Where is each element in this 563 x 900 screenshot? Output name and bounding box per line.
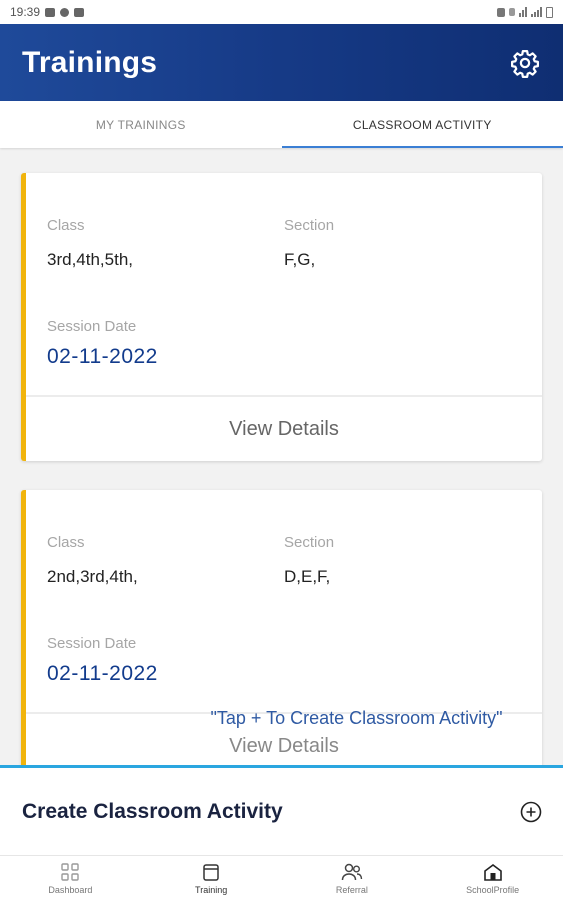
- battery-icon: [546, 6, 553, 18]
- session-date-field: Session Date 02-11-2022: [47, 318, 158, 369]
- nav-training[interactable]: Training: [141, 856, 282, 900]
- tab-classroom-activity[interactable]: CLASSROOM ACTIVITY: [281, 101, 563, 148]
- nav-dashboard[interactable]: Dashboard: [0, 856, 141, 900]
- section-label: Section: [284, 217, 335, 234]
- nav-school-profile-label: SchoolProfile: [466, 884, 520, 895]
- session-date-field: Session Date 02-11-2022: [47, 635, 158, 686]
- nav-dashboard-label: Dashboard: [48, 884, 93, 895]
- page-title: Trainings: [22, 45, 158, 79]
- section-value: F,G,: [284, 250, 316, 269]
- training-icon: [203, 863, 219, 881]
- settings-button[interactable]: [507, 45, 543, 81]
- plus-circle-icon: [520, 801, 542, 822]
- youtube-notification-icon: [74, 7, 85, 17]
- class-field: Class 3rd,4th,5th,: [47, 217, 133, 270]
- tab-bar: MY TRAININGS CLASSROOM ACTIVITY: [0, 101, 563, 148]
- create-activity-title: Create Classroom Activity: [22, 799, 283, 823]
- section-field: Section D,E,F,: [284, 534, 334, 587]
- add-activity-button[interactable]: [519, 800, 543, 824]
- referral-icon: [341, 863, 363, 880]
- skype-notification-icon: [60, 7, 70, 17]
- section-value: D,E,F,: [284, 567, 331, 586]
- activity-card: Class 3rd,4th,5th, Section F,G, Session …: [21, 173, 542, 461]
- grid-icon: [61, 862, 80, 881]
- activity-list[interactable]: Class 3rd,4th,5th, Section F,G, Session …: [0, 148, 563, 768]
- school-icon: [483, 863, 502, 881]
- view-details-button[interactable]: View Details: [26, 395, 542, 461]
- class-label: Class: [47, 534, 85, 551]
- nav-school-profile[interactable]: SchoolProfile: [422, 856, 563, 900]
- nav-training-label: Training: [195, 884, 228, 895]
- nav-referral-label: Referral: [335, 884, 368, 895]
- class-label: Class: [47, 217, 85, 234]
- section-field: Section F,G,: [284, 217, 334, 270]
- status-time: 19:39: [10, 5, 41, 19]
- session-date-label: Session Date: [47, 635, 137, 652]
- status-bar: 19:39: [0, 0, 563, 24]
- bottom-nav: Dashboard Training Referral SchoolProfil…: [0, 855, 563, 900]
- session-date-value: 02-11-2022: [47, 345, 158, 368]
- photo-notification-icon: [45, 7, 56, 17]
- create-activity-sheet[interactable]: Create Classroom Activity: [0, 765, 563, 855]
- wifi-icon: [519, 7, 527, 17]
- nav-referral[interactable]: Referral: [282, 856, 423, 900]
- section-label: Section: [284, 534, 335, 551]
- class-field: Class 2nd,3rd,4th,: [47, 534, 138, 587]
- class-value: 2nd,3rd,4th,: [47, 567, 138, 586]
- tab-my-trainings[interactable]: MY TRAININGS: [0, 101, 282, 148]
- session-date-value: 02-11-2022: [47, 662, 158, 685]
- session-date-label: Session Date: [47, 318, 137, 335]
- app-bar: Trainings: [0, 24, 563, 101]
- signal-icon: [531, 7, 542, 17]
- create-hint-text: "Tap + To Create Classroom Activity": [210, 708, 503, 728]
- gear-icon: [511, 49, 539, 78]
- class-value: 3rd,4th,5th,: [47, 250, 134, 269]
- mute-icon: [509, 8, 515, 16]
- nfc-icon: [497, 7, 505, 17]
